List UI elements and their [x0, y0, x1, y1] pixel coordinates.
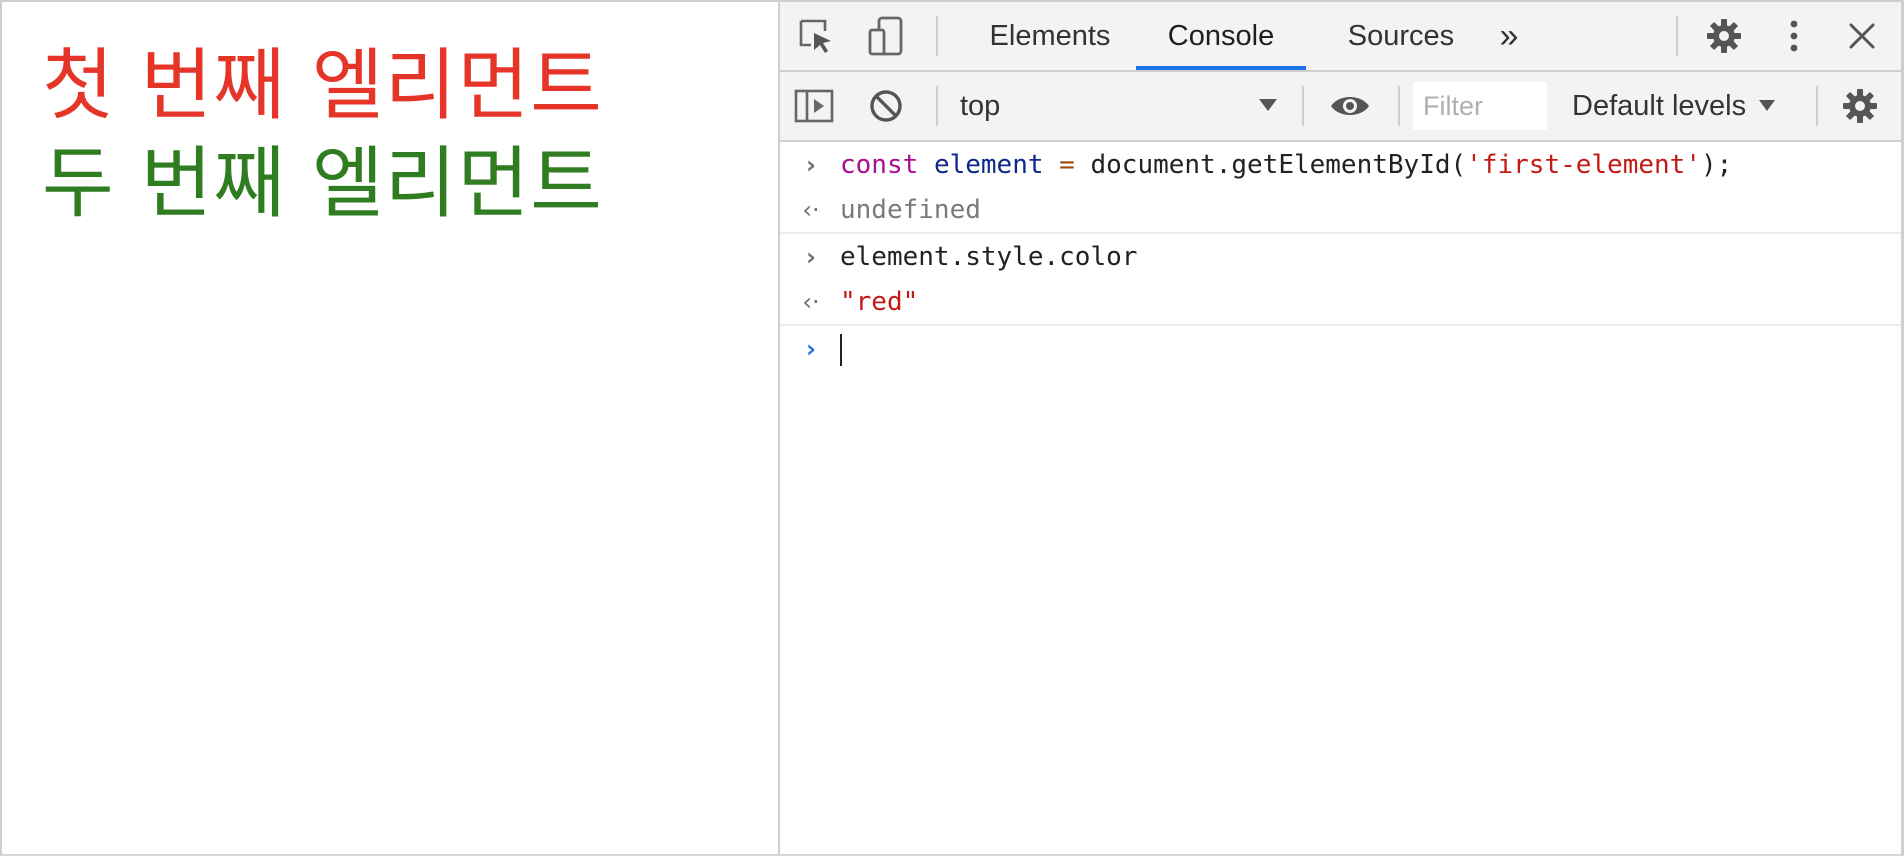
device-toolbar-icon[interactable] [866, 16, 906, 56]
inspect-element-icon[interactable] [796, 16, 836, 56]
filter-input[interactable]: Filter [1413, 82, 1547, 130]
input-chevron-icon: › [806, 243, 816, 271]
toolbar-separator [1302, 86, 1304, 126]
prompt-chevron-icon: › [806, 335, 816, 363]
chevron-down-icon [1758, 95, 1776, 118]
console-output-row: ‹· undefined [780, 188, 1901, 234]
close-icon[interactable] [1842, 16, 1882, 56]
toolbar-separator [1816, 86, 1818, 126]
console-input-code: element.style.color [840, 242, 1138, 272]
output-arrow-icon: ‹· [802, 196, 820, 224]
console-prompt[interactable]: › [780, 326, 1901, 372]
input-chevron-icon: › [806, 151, 816, 179]
tabbar-separator [936, 16, 938, 56]
console-settings-icon[interactable] [1840, 86, 1880, 126]
more-tabs-button[interactable]: » [1484, 2, 1534, 70]
context-selector[interactable]: top [960, 72, 1290, 140]
toolbar-separator [936, 86, 938, 126]
console-log: › const element = document.getElementByI… [780, 142, 1901, 372]
context-selector-value: top [960, 89, 1001, 122]
output-arrow-icon: ‹· [802, 288, 820, 316]
text-cursor [840, 334, 842, 366]
tab-console[interactable]: Console [1136, 2, 1306, 70]
console-toolbar: top Filter Default levels [780, 72, 1901, 142]
devtools-panel: Elements Console Sources » top Filter De… [778, 2, 1901, 854]
console-input-code: const element = document.getElementById(… [840, 150, 1733, 180]
tabbar-separator [1676, 16, 1678, 56]
console-output-value: undefined [840, 195, 981, 225]
first-element: 첫 번째 엘리먼트 [42, 41, 603, 131]
log-levels-dropdown[interactable]: Default levels [1572, 72, 1776, 140]
chevron-down-icon [1258, 94, 1278, 119]
page-viewport: 첫 번째 엘리먼트 두 번째 엘리먼트 [2, 2, 778, 854]
filter-placeholder: Filter [1423, 90, 1483, 121]
more-vertical-icon[interactable] [1774, 16, 1814, 56]
console-input-row: › const element = document.getElementByI… [780, 142, 1901, 188]
devtools-tabbar: Elements Console Sources » [780, 2, 1901, 72]
log-levels-label: Default levels [1572, 89, 1747, 122]
console-input-row: › element.style.color [780, 234, 1901, 280]
console-output-value: "red" [840, 287, 919, 317]
second-element: 두 번째 엘리먼트 [42, 139, 603, 229]
tab-elements[interactable]: Elements [970, 2, 1130, 70]
toolbar-separator [1398, 86, 1400, 126]
eye-icon[interactable] [1328, 86, 1372, 126]
active-tab-indicator [1136, 66, 1306, 70]
console-output-row: ‹· "red" [780, 280, 1901, 326]
settings-icon[interactable] [1704, 16, 1744, 56]
tab-sources[interactable]: Sources [1326, 2, 1476, 70]
sidebar-toggle-icon[interactable] [794, 86, 834, 126]
clear-console-icon[interactable] [866, 86, 906, 126]
